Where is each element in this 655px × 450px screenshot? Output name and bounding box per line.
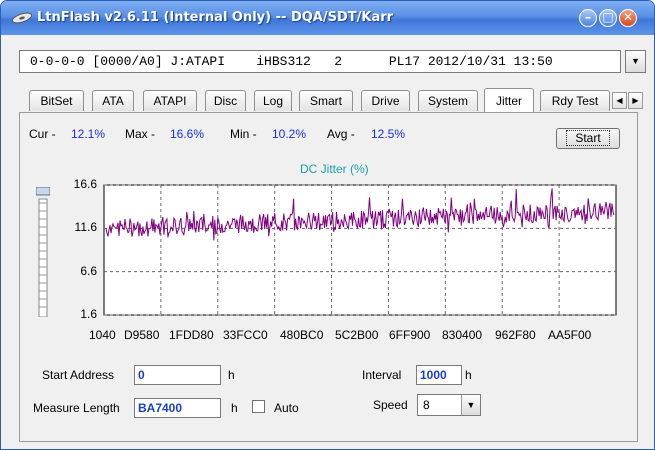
measure-length-label: Measure Length	[33, 401, 120, 415]
x-tick-label: 830400	[442, 328, 483, 342]
x-tick-label: 1040	[89, 328, 116, 342]
auto-label: Auto	[274, 401, 299, 415]
auto-checkbox[interactable]	[252, 400, 265, 413]
measure-length-input[interactable]: BA7400	[134, 398, 221, 418]
x-tick-label: 6FF900	[389, 328, 431, 342]
app-window: LtnFlash v2.6.11 (Internal Only) -- DQA/…	[0, 0, 655, 450]
measure-length-unit: h	[231, 401, 238, 415]
jitter-chart	[103, 184, 617, 316]
x-tick-label: 962F80	[495, 328, 536, 342]
x-tick-label: D9580	[124, 328, 160, 342]
zoom-slider[interactable]	[36, 187, 50, 317]
y-tick-label: 6.6	[80, 263, 97, 278]
plot-area	[103, 184, 617, 316]
speed-value: 8	[423, 398, 430, 412]
slider-thumb[interactable]	[36, 187, 50, 196]
start-address-input[interactable]: 0	[134, 365, 221, 385]
start-address-label: Start Address	[42, 368, 115, 382]
y-tick-label: 1.6	[80, 307, 97, 321]
x-tick-label: 33FCC0	[223, 328, 268, 342]
interval-label: Interval	[362, 368, 402, 382]
speed-label: Speed	[373, 398, 408, 412]
speed-dropdown-arrow-icon[interactable]: ▼	[461, 395, 480, 415]
x-tick-label: 480BC0	[280, 328, 324, 342]
x-tick-label: AA5F00	[548, 328, 592, 342]
tab-jitter[interactable]: Jitter	[484, 88, 534, 112]
speed-select[interactable]: 8 ▼	[417, 394, 481, 416]
start-address-unit: h	[228, 368, 235, 382]
y-tick-label: 16.6	[73, 177, 97, 191]
x-tick-label: 1FDD80	[169, 328, 214, 342]
interval-input[interactable]: 1000	[416, 365, 462, 385]
x-tick-label: 5C2B00	[335, 328, 379, 342]
interval-unit: h	[465, 368, 472, 382]
y-tick-label: 11.6	[74, 220, 97, 235]
